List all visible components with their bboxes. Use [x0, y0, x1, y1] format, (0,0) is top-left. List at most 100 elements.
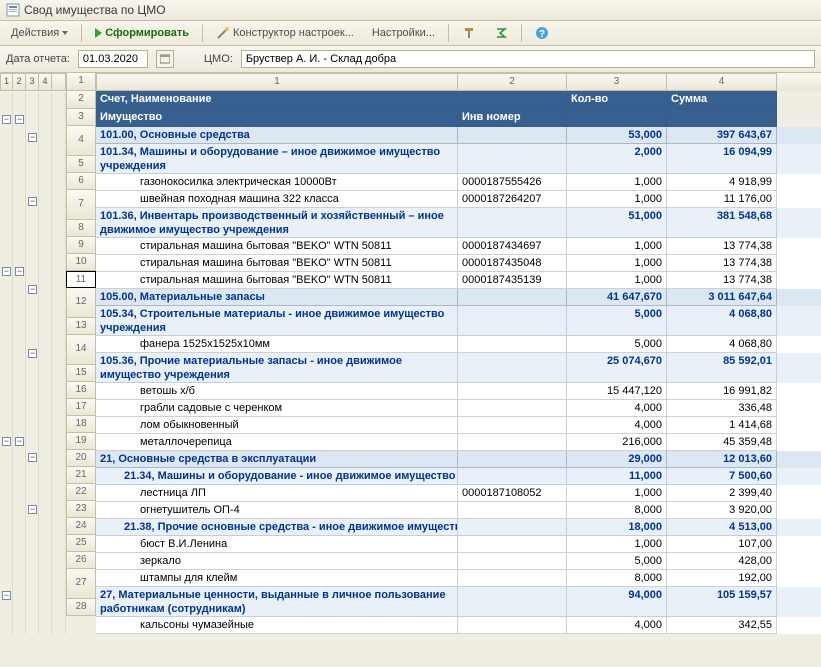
form-report-button[interactable]: Сформировать	[88, 24, 196, 42]
table-row[interactable]: бюст В.И.Ленина1,000107,00	[96, 536, 821, 553]
table-row[interactable]: 21.38, Прочие основные средства - иное д…	[96, 519, 821, 536]
outline-toggle[interactable]: −	[15, 115, 24, 124]
date-picker-button[interactable]	[156, 50, 174, 68]
table-row[interactable]: ветошь х/б15 447,12016 991,82	[96, 383, 821, 400]
row-number[interactable]: 16	[66, 382, 96, 399]
row-number[interactable]: 6	[66, 173, 96, 190]
row-number[interactable]: 14	[66, 335, 96, 365]
outline-track-3: − − − − − −	[26, 93, 39, 634]
row-number[interactable]: 5	[66, 156, 96, 173]
table-row[interactable]: огнетушитель ОП-48,0003 920,00	[96, 502, 821, 519]
actions-label: Действия	[11, 27, 59, 39]
tool-button-1[interactable]	[455, 23, 483, 43]
table-row[interactable]: 21.34, Машины и оборудование - иное движ…	[96, 468, 821, 485]
table-row[interactable]: металлочерепица216,00045 359,48	[96, 434, 821, 451]
row-number[interactable]: 10	[66, 254, 96, 271]
row-number[interactable]: 18	[66, 416, 96, 433]
outline-toggle[interactable]: −	[28, 197, 37, 206]
outline-toggle[interactable]: −	[15, 267, 24, 276]
cell-name: фанера 1525х1525х10мм	[96, 336, 458, 353]
cell-inv	[458, 208, 567, 238]
outline-level-3[interactable]: 3	[26, 73, 39, 91]
table-row[interactable]: 105.00, Материальные запасы41 647,6703 0…	[96, 289, 821, 306]
table-row[interactable]: 101.36, Инвентарь производственный и хоз…	[96, 208, 821, 238]
row-number[interactable]: 13	[66, 318, 96, 335]
outline-toggle[interactable]: −	[28, 349, 37, 358]
outline-toggle[interactable]: −	[28, 453, 37, 462]
cell-name: ветошь х/б	[96, 383, 458, 400]
row-number[interactable]: 23	[66, 501, 96, 518]
cell-name: лестница ЛП	[96, 485, 458, 502]
outline-track-1: − − − −	[0, 93, 13, 634]
table-row[interactable]: 21, Основные средства в эксплуатации29,0…	[96, 451, 821, 468]
table-row[interactable]: стиральная машина бытовая "BEKO" WTN 508…	[96, 272, 821, 289]
row-number[interactable]: 7	[66, 190, 96, 220]
table-row[interactable]: стиральная машина бытовая "BEKO" WTN 508…	[96, 238, 821, 255]
row-number[interactable]: 24	[66, 518, 96, 535]
table-row[interactable]: лестница ЛП00001871080521,0002 399,40	[96, 485, 821, 502]
help-button[interactable]: ?	[528, 23, 556, 43]
cell-inv	[458, 289, 567, 306]
outline-toggle[interactable]: −	[15, 437, 24, 446]
table-row[interactable]: 105.36, Прочие материальные запасы - ино…	[96, 353, 821, 383]
table-row[interactable]: зеркало5,000428,00	[96, 553, 821, 570]
table-row[interactable]: швейная походная машина 322 класса000018…	[96, 191, 821, 208]
wand-icon	[216, 26, 230, 40]
outline-level-4[interactable]: 4	[39, 73, 52, 91]
row-number[interactable]: 9	[66, 237, 96, 254]
row-number[interactable]: 21	[66, 467, 96, 484]
table-row[interactable]: грабли садовые с черенком4,000336,48	[96, 400, 821, 417]
settings-button[interactable]: Настройки...	[365, 24, 442, 42]
row-number[interactable]: 28	[66, 599, 96, 616]
separator	[521, 24, 522, 42]
row-number[interactable]: 15	[66, 365, 96, 382]
outline-toggle[interactable]: −	[2, 115, 11, 124]
colgroup-4[interactable]: 4	[667, 73, 777, 91]
head-property: Имущество	[96, 109, 458, 127]
outline-level-2[interactable]: 2	[13, 73, 26, 91]
table-row[interactable]: 27, Материальные ценности, выданные в ли…	[96, 587, 821, 617]
row-number[interactable]: 22	[66, 484, 96, 501]
cell-name: стиральная машина бытовая "BEKO" WTN 508…	[96, 272, 458, 289]
row-number[interactable]: 25	[66, 535, 96, 552]
cell-sum: 336,48	[667, 400, 777, 417]
colgroup-3[interactable]: 3	[567, 73, 667, 91]
row-number[interactable]: 11	[66, 271, 96, 288]
outline-level-1[interactable]: 1	[0, 73, 13, 91]
table-row[interactable]: фанера 1525х1525х10мм5,0004 068,80	[96, 336, 821, 353]
row-number[interactable]: 4	[66, 126, 96, 156]
table-row[interactable]: 101.34, Машины и оборудование – иное дви…	[96, 144, 821, 174]
cell-inv	[458, 553, 567, 570]
row-number[interactable]: 27	[66, 569, 96, 599]
outline-toggle[interactable]: −	[28, 133, 37, 142]
tmo-input[interactable]	[241, 50, 815, 68]
cell-qty: 4,000	[567, 617, 667, 634]
table-row[interactable]: лом обыкновенный4,0001 414,68	[96, 417, 821, 434]
row-number[interactable]: 20	[66, 450, 96, 467]
outline-toggle[interactable]: −	[2, 437, 11, 446]
table-row[interactable]: 101.00, Основные средства53,000397 643,6…	[96, 127, 821, 144]
outline-toggle[interactable]: −	[2, 591, 11, 600]
outline-toggle[interactable]: −	[28, 285, 37, 294]
row-number[interactable]: 17	[66, 399, 96, 416]
outline-toggle[interactable]: −	[28, 505, 37, 514]
row-number[interactable]: 8	[66, 220, 96, 237]
settings-constructor-button[interactable]: Конструктор настроек...	[209, 23, 361, 43]
outline-toggle[interactable]: −	[2, 267, 11, 276]
table-row[interactable]: 105.34, Строительные материалы - иное дв…	[96, 306, 821, 336]
table-row[interactable]: стиральная машина бытовая "BEKO" WTN 508…	[96, 255, 821, 272]
colgroup-2[interactable]: 2	[458, 73, 567, 91]
row-number[interactable]: 12	[66, 288, 96, 318]
actions-menu[interactable]: Действия	[4, 24, 75, 42]
table-row[interactable]: кальсоны чумазейные4,000342,55	[96, 617, 821, 634]
report-date-input[interactable]	[78, 50, 148, 68]
cell-sum: 1 414,68	[667, 417, 777, 434]
cell-qty: 8,000	[567, 502, 667, 519]
row-number[interactable]: 3	[66, 109, 96, 126]
table-row[interactable]: штампы для клейм8,000192,00	[96, 570, 821, 587]
tool-button-2[interactable]	[487, 23, 515, 43]
table-row[interactable]: газонокосилка электрическая 10000Вт00001…	[96, 174, 821, 191]
colgroup-1[interactable]: 1	[96, 73, 458, 91]
row-number[interactable]: 26	[66, 552, 96, 569]
row-number[interactable]: 19	[66, 433, 96, 450]
